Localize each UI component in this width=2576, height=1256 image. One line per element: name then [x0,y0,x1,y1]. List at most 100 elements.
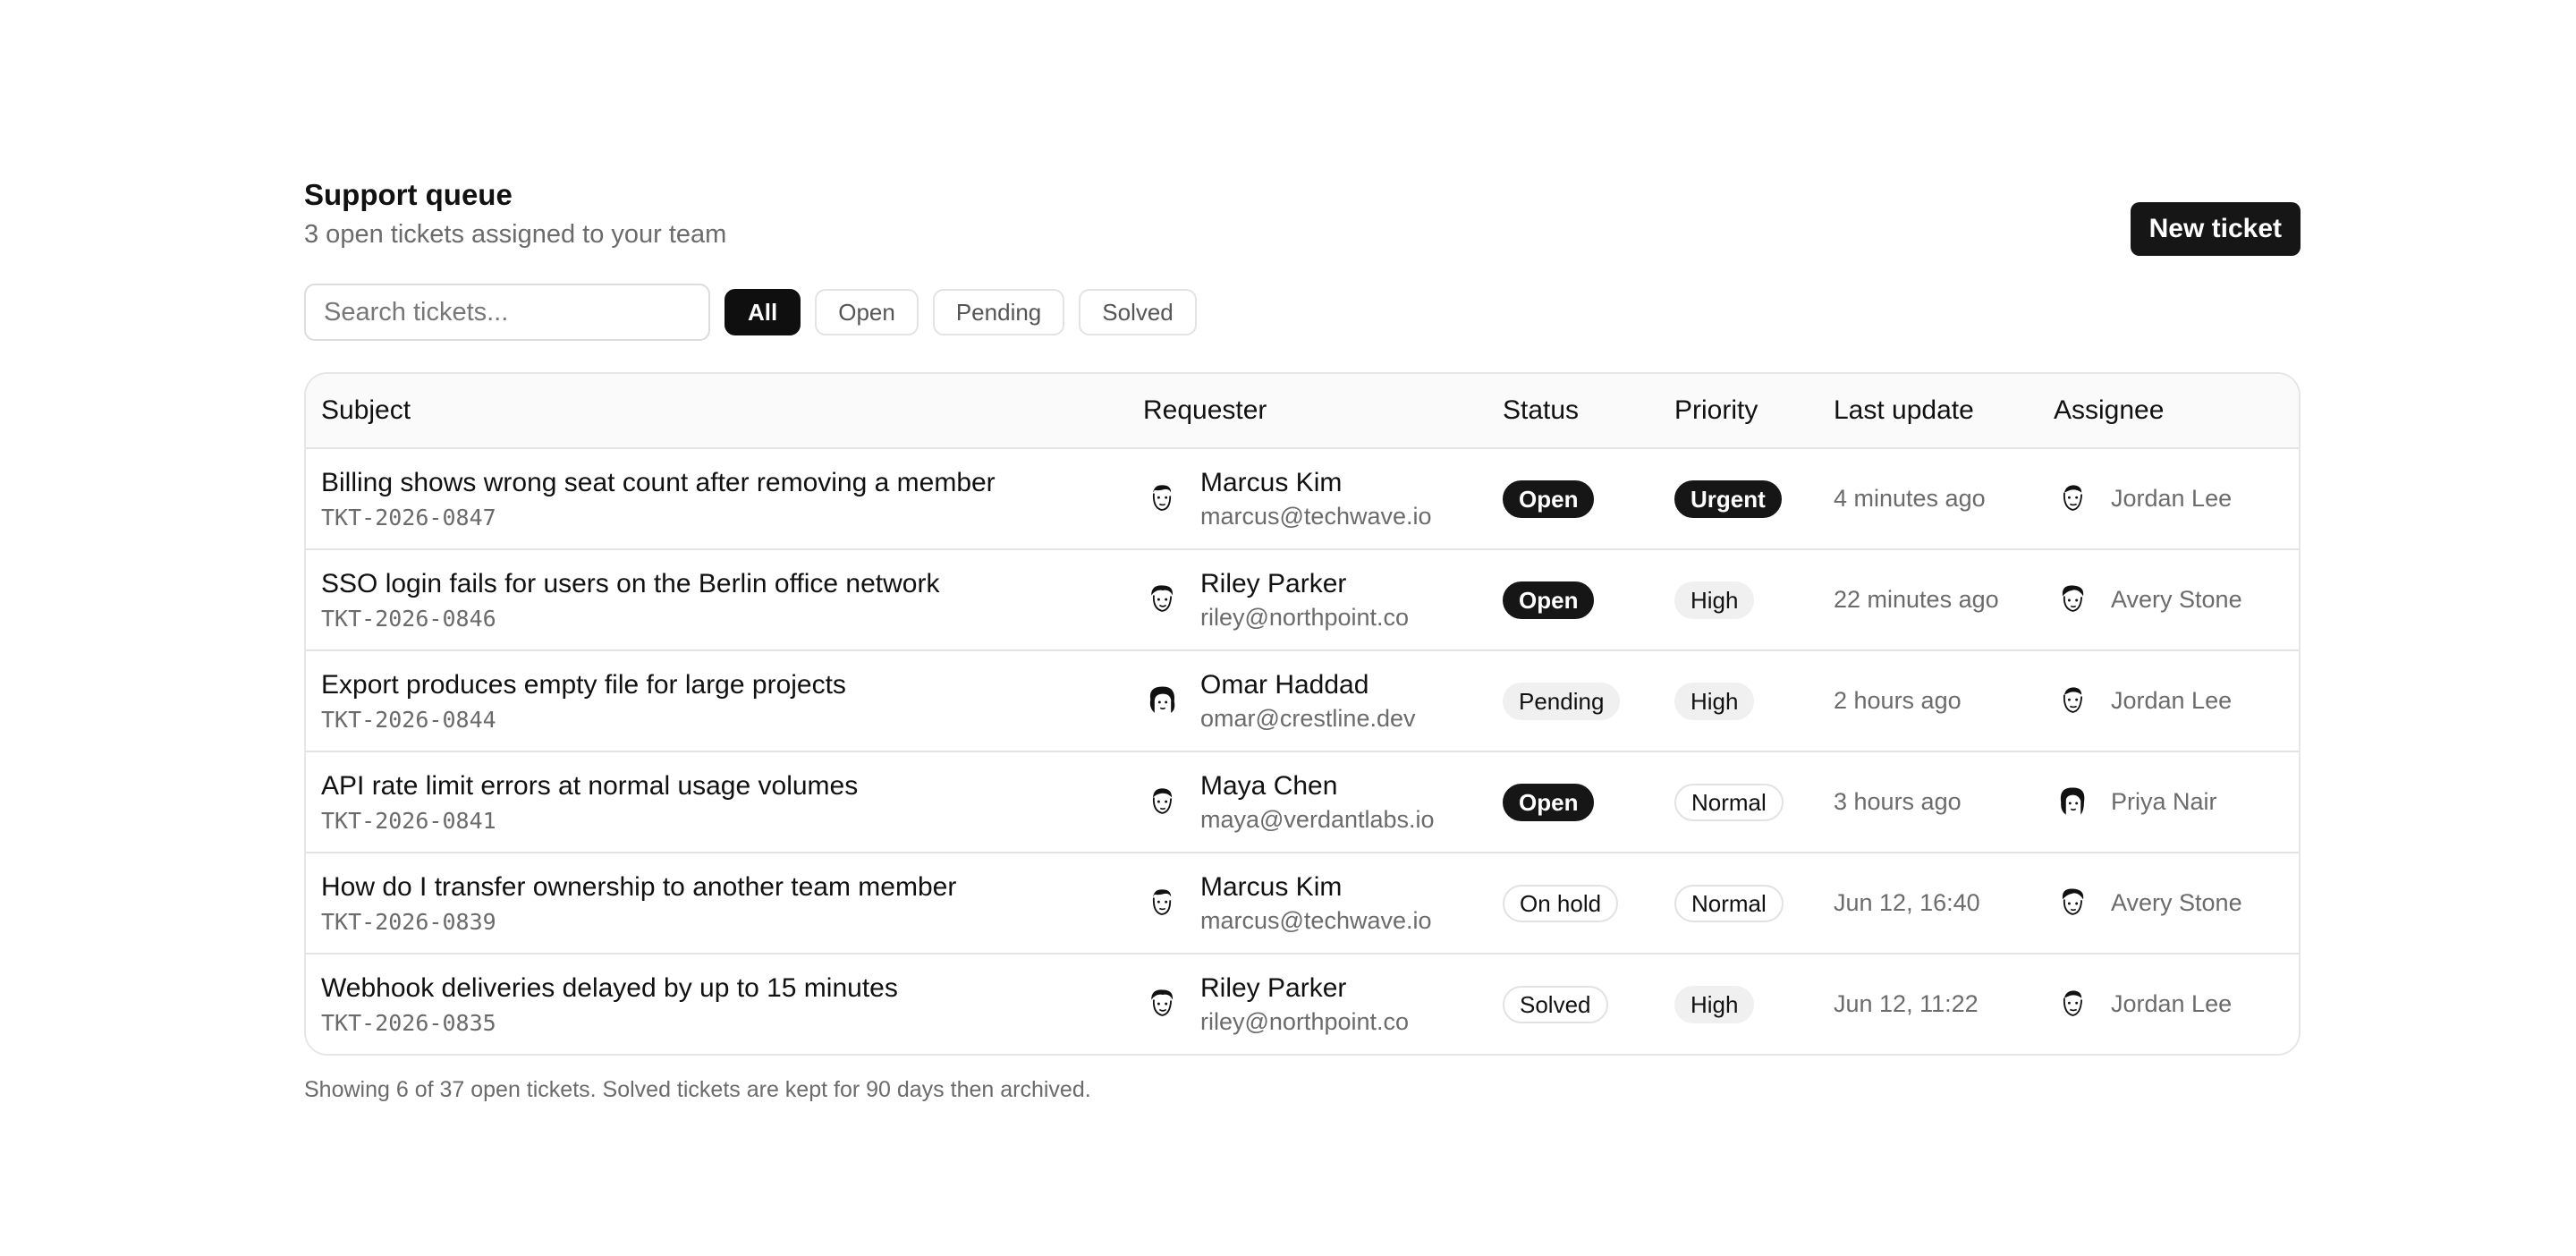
requester-email: maya@verdantlabs.io [1200,805,1435,833]
ticket-subject[interactable]: SSO login fails for users on the Berlin … [321,567,1143,601]
last-update: 22 minutes ago [1834,586,1999,613]
avatar-marcus-icon [1152,484,1172,511]
last-update: 2 hours ago [1834,687,1962,714]
priority-badge: Urgent [1674,479,1782,518]
last-update-cell: Jun 12, 16:40 [1834,889,2054,917]
column-header-requester[interactable]: Requester [1143,395,1503,426]
filter-solved[interactable]: Solved [1079,289,1197,335]
status-cell: Open [1503,479,1674,518]
status-cell: Pending [1503,682,1674,720]
assignee-name: Avery Stone [2111,889,2242,916]
requester-name: Marcus Kim [1200,871,1343,902]
avatar-omar-icon [1149,686,1175,713]
table-row[interactable]: Export produces empty file for large pro… [306,651,2299,752]
requester-cell: Riley Parker riley@northpoint.co [1143,972,1503,1037]
assignee-name: Jordan Lee [2111,485,2233,512]
priority-badge: Normal [1674,884,1784,922]
status-filter-group: All Open Pending Solved [710,289,1197,335]
support-queue-page: Support queue 3 open tickets assigned to… [304,175,2301,1103]
tickets-table: Subject Requester Status Priority Last u… [304,372,2301,1056]
avatar-riley-icon [1151,989,1174,1016]
assignee-name: Jordan Lee [2111,990,2233,1017]
page-title: Support queue [304,178,513,211]
filter-pending[interactable]: Pending [932,289,1065,335]
last-update-cell: 4 minutes ago [1834,485,2054,513]
requester-email: marcus@techwave.io [1200,502,1432,530]
last-update: 4 minutes ago [1834,485,1986,512]
requester-name: Riley Parker [1200,972,1347,1003]
status-badge: On hold [1503,884,1619,922]
table-row[interactable]: API rate limit errors at normal usage vo… [306,752,2299,853]
status-cell: Open [1503,783,1674,821]
column-header-last-update[interactable]: Last update [1834,395,2054,426]
requester-cell: Marcus Kim marcus@techwave.io [1143,871,1503,936]
priority-cell: Normal [1674,884,1834,922]
last-update-cell: Jun 12, 11:22 [1834,990,2054,1018]
priority-cell: Urgent [1674,479,1834,518]
subject-cell: SSO login fails for users on the Berlin … [306,567,1143,633]
last-update: 3 hours ago [1834,788,1962,815]
status-badge: Open [1503,479,1595,518]
assignee-cell: Priya Nair [2054,783,2299,822]
column-header-status[interactable]: Status [1503,395,1674,426]
priority-badge: High [1674,581,1755,619]
assignee-cell: Avery Stone [2054,884,2299,923]
priority-cell: Normal [1674,783,1834,821]
status-badge: Open [1503,783,1595,821]
subject-cell: Billing shows wrong seat count after rem… [306,466,1143,532]
ticket-subject[interactable]: Webhook deliveries delayed by up to 15 m… [321,972,1143,1006]
priority-badge: High [1674,985,1755,1023]
requester-email: marcus@techwave.io [1200,906,1432,934]
status-badge: Solved [1503,985,1608,1023]
table-body: Billing shows wrong seat count after rem… [306,449,2299,1054]
search-input[interactable] [304,284,710,341]
filter-open[interactable]: Open [815,289,919,335]
assignee-name: Avery Stone [2111,586,2242,613]
subject-cell: Export produces empty file for large pro… [306,668,1143,734]
requester-cell: Maya Chen maya@verdantlabs.io [1143,770,1503,835]
ticket-subject[interactable]: How do I transfer ownership to another t… [321,870,1143,904]
avatar-avery-icon [2062,584,2084,612]
last-update-cell: 2 hours ago [1834,687,2054,715]
status-cell: Solved [1503,985,1674,1023]
requester-email: omar@crestline.dev [1200,704,1416,732]
ticket-subject[interactable]: API rate limit errors at normal usage vo… [321,769,1143,803]
subject-cell: API rate limit errors at normal usage vo… [306,769,1143,836]
filter-all[interactable]: All [724,289,801,335]
assignee-cell: Jordan Lee [2054,985,2299,1024]
requester-cell: Riley Parker riley@northpoint.co [1143,568,1503,632]
requester-email: riley@northpoint.co [1200,603,1410,631]
table-row[interactable]: SSO login fails for users on the Berlin … [306,550,2299,651]
new-ticket-button[interactable]: New ticket [2130,202,2301,256]
requester-cell: Omar Haddad omar@crestline.dev [1143,669,1503,734]
toolbar: All Open Pending Solved [304,283,2301,342]
column-header-subject[interactable]: Subject [306,395,1143,426]
table-row[interactable]: How do I transfer ownership to another t… [306,853,2299,955]
status-badge: Pending [1503,682,1621,720]
ticket-subject[interactable]: Billing shows wrong seat count after rem… [321,466,1143,500]
requester-cell: Marcus Kim marcus@techwave.io [1143,467,1503,531]
ticket-id: TKT-2026-0847 [321,504,496,530]
avatar-marcus-icon [1152,888,1172,915]
avatar-riley-icon [1151,584,1174,612]
assignee-name: Priya Nair [2111,788,2217,815]
ticket-id: TKT-2026-0841 [321,807,496,834]
table-row[interactable]: Webhook deliveries delayed by up to 15 m… [306,955,2299,1054]
table-row[interactable]: Billing shows wrong seat count after rem… [306,449,2299,550]
requester-name: Omar Haddad [1200,669,1369,700]
requester-email: riley@northpoint.co [1200,1007,1410,1035]
avatar-jordan-icon [2063,484,2083,511]
ticket-subject[interactable]: Export produces empty file for large pro… [321,668,1143,702]
priority-cell: High [1674,581,1834,619]
last-update: Jun 12, 11:22 [1834,990,1979,1017]
column-header-priority[interactable]: Priority [1674,395,1834,426]
avatar-avery-icon [2062,887,2084,915]
priority-cell: High [1674,985,1834,1023]
subject-cell: How do I transfer ownership to another t… [306,870,1143,937]
subject-cell: Webhook deliveries delayed by up to 15 m… [306,972,1143,1038]
column-header-assignee[interactable]: Assignee [2054,395,2299,426]
requester-name: Marcus Kim [1200,467,1343,497]
status-cell: Open [1503,581,1674,619]
last-update-cell: 3 hours ago [1834,788,2054,816]
assignee-cell: Avery Stone [2054,581,2299,620]
